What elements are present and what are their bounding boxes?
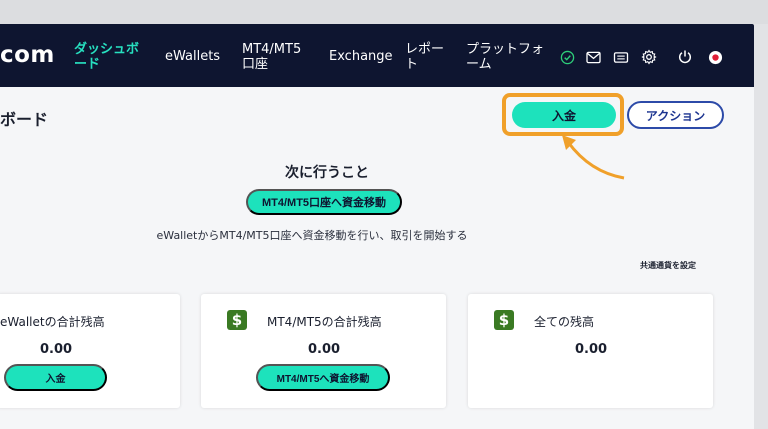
nav-report-line1: レポー [405,42,445,57]
mt-balance-card: $ MT4/MT5の合計残高 0.00 MT4/MT5へ資金移動 [201,294,446,408]
card-amount: 0.00 [575,342,608,357]
nav-ewallets[interactable]: eWallets [165,49,220,64]
check-circle-icon[interactable] [558,48,576,66]
nav-icon-group [558,48,728,66]
gear-icon[interactable] [640,48,658,66]
next-steps-title: 次に行うこと [285,165,369,181]
card-amount: 0.00 [308,342,341,357]
nav-accounts-line2: 口座 [242,57,269,72]
nav-platform-line1: プラットフォ [466,42,545,57]
ewallet-balance-card: eWalletの合計残高 0.00 入金 [0,294,180,408]
nav-accounts-line1: MT4/MT5 [242,42,302,57]
page-title: ボード [0,110,49,129]
total-balance-card: $ 全ての残高 0.00 [468,294,713,408]
nav-report-line2: ト [405,57,419,72]
nav-accounts[interactable]: MT4/MT5 口座 [242,42,301,72]
browser-top-bar [0,0,768,24]
next-steps-description: eWalletからMT4/MT5口座へ資金移動を行い、取引を開始する [156,229,468,242]
dollar-icon: $ [227,310,247,330]
dollar-icon: $ [494,310,514,330]
card-transfer-button[interactable]: MT4/MT5へ資金移動 [256,364,390,391]
mail-icon[interactable] [584,48,602,66]
action-button[interactable]: アクション [627,101,724,129]
power-icon[interactable] [676,48,694,66]
card-amount: 0.00 [40,342,73,357]
ticket-icon[interactable] [612,48,630,66]
brand-logo[interactable]: com [0,42,55,68]
nav-report[interactable]: レポー ト [405,42,444,72]
top-navbar: com ダッシュボ ード eWallets MT4/MT5 口座 Exchang… [0,24,754,87]
nav-exchange[interactable]: Exchange [329,49,393,64]
window-scroll-area [754,24,768,429]
nav-dashboard-line2: ード [74,57,101,72]
nav-platform-line2: ーム [466,57,492,72]
deposit-button[interactable]: 入金 [512,102,616,128]
card-deposit-button[interactable]: 入金 [4,364,107,391]
set-base-currency-link[interactable]: 共通通貨を設定 [640,260,696,271]
card-title: eWalletの合計残高 [0,315,105,329]
nav-dashboard-line1: ダッシュボ [74,42,140,57]
nav-platform[interactable]: プラットフォ ーム [466,42,544,72]
card-title: 全ての残高 [534,315,595,329]
card-title: MT4/MT5の合計残高 [267,315,382,329]
nav-dashboard[interactable]: ダッシュボ ード [74,42,139,72]
transfer-to-mt-button[interactable]: MT4/MT5口座へ資金移動 [246,189,402,215]
japan-flag-icon[interactable] [706,48,724,66]
